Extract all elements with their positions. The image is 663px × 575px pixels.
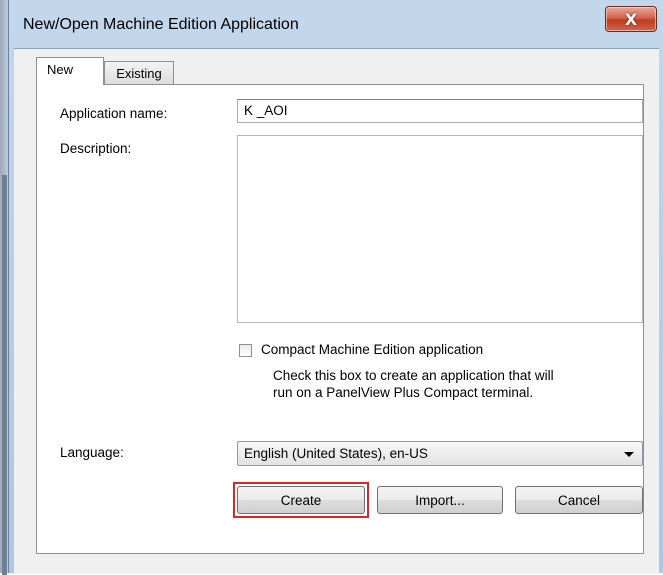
language-value: English (United States), en-US — [244, 446, 428, 461]
tab-panel-new: Application name: K _AOI Description: Co… — [36, 84, 644, 554]
language-select[interactable]: English (United States), en-US — [237, 441, 643, 466]
cancel-button[interactable]: Cancel — [515, 486, 643, 514]
compact-hint-line-2: run on a PanelView Plus Compact terminal… — [273, 385, 534, 400]
application-name-label: Application name: — [60, 106, 168, 121]
language-label: Language: — [60, 445, 124, 460]
title-bar[interactable]: New/Open Machine Edition Application X — [9, 0, 663, 48]
tab-new-label: New — [47, 62, 74, 77]
import-button[interactable]: Import... — [377, 486, 503, 514]
tab-existing[interactable]: Existing — [104, 61, 174, 85]
cancel-button-label: Cancel — [557, 492, 601, 508]
compact-hint-line-1: Check this box to create an application … — [273, 368, 554, 383]
compact-checkbox[interactable] — [239, 344, 252, 357]
background-window-frame — [2, 175, 7, 575]
application-name-value: K _AOI — [244, 103, 288, 118]
import-button-label: Import... — [415, 492, 465, 508]
chevron-down-icon[interactable] — [624, 452, 634, 457]
close-icon: X — [624, 9, 638, 29]
tab-existing-label: Existing — [116, 66, 162, 81]
window-title: New/Open Machine Edition Application — [23, 16, 299, 33]
dialog-client-area: New Existing Application name: K _AOI De… — [14, 48, 659, 574]
tab-new[interactable]: New — [36, 57, 104, 85]
close-button[interactable]: X — [605, 6, 657, 32]
description-label: Description: — [60, 141, 132, 156]
compact-checkbox-label[interactable]: Compact Machine Edition application — [261, 342, 483, 357]
description-textarea[interactable] — [237, 135, 643, 323]
application-name-input[interactable]: K _AOI — [237, 99, 643, 123]
create-button-label: Create — [280, 492, 322, 508]
dialog-window: New/Open Machine Edition Application X N… — [8, 0, 663, 574]
create-button[interactable]: Create — [237, 486, 365, 514]
